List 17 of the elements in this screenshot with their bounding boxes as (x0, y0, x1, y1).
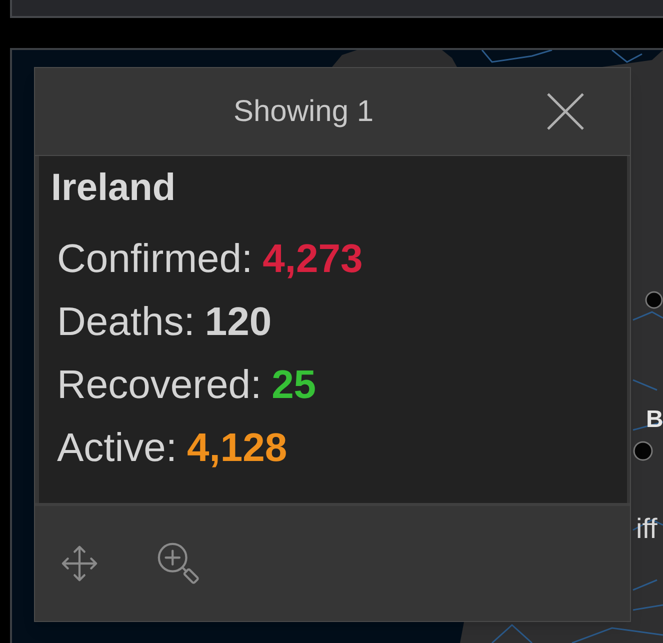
map-marker-icon[interactable] (633, 441, 653, 461)
stat-label: Deaths: (57, 299, 195, 346)
move-icon (60, 544, 98, 583)
stat-value: 120 (204, 299, 272, 346)
zoom-in-icon (156, 541, 198, 586)
feature-title: Ireland (51, 166, 176, 211)
stat-value: 4,273 (262, 236, 363, 283)
close-icon (546, 93, 584, 130)
stat-label: Confirmed: (57, 236, 253, 283)
popup-title: Showing 1 (232, 94, 375, 130)
stat-value: 4,128 (187, 425, 288, 472)
map-label: iff (636, 515, 658, 543)
map-label: B (646, 408, 663, 432)
stat-label: Active: (57, 425, 178, 472)
map-marker-icon[interactable] (645, 291, 663, 309)
stat-value: 25 (272, 362, 316, 409)
stat-label: Recovered: (57, 362, 262, 409)
